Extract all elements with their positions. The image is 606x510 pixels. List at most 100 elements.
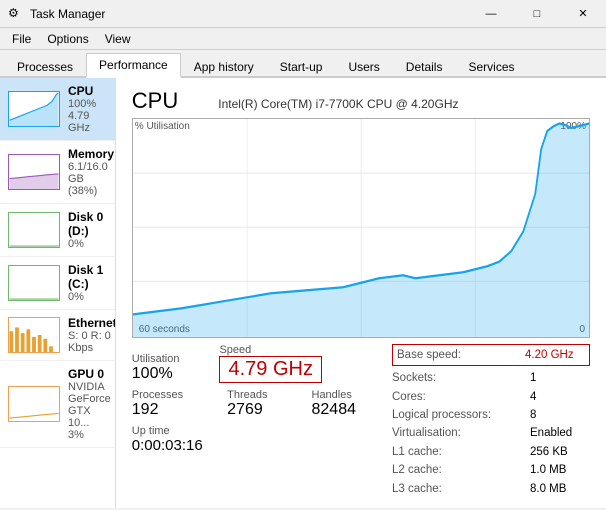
sidebar: CPU 100% 4.79 GHz Memory 6.1/16.0 GB (38… xyxy=(0,78,116,508)
info-row-cores: Cores: 4 xyxy=(392,388,590,406)
speed-block: Speed 4.79 GHz xyxy=(219,344,321,383)
disk0-mini-graph xyxy=(8,212,60,248)
cpu-model: Intel(R) Core(TM) i7-7700K CPU @ 4.20GHz xyxy=(218,97,458,111)
info-row-l2: L2 cache: 1.0 MB xyxy=(392,461,590,479)
processes-value: 192 xyxy=(132,401,183,419)
main-content: CPU 100% 4.79 GHz Memory 6.1/16.0 GB (38… xyxy=(0,78,606,508)
info-row-basespeed: Base speed: 4.20 GHz xyxy=(392,344,590,366)
info-key-basespeed: Base speed: xyxy=(397,346,517,364)
info-key-cores: Cores: xyxy=(392,388,512,406)
app-icon: ⚙ xyxy=(8,6,24,22)
gpu0-label-sub2: 3% xyxy=(68,429,111,441)
info-val-virt: Enabled xyxy=(530,424,590,442)
memory-label-title: Memory xyxy=(68,147,114,161)
cpu-label-sub: 100% 4.79 GHz xyxy=(68,98,107,134)
processes-block: Processes 192 xyxy=(132,389,183,419)
info-val-cores: 4 xyxy=(530,388,590,406)
sidebar-item-disk0[interactable]: Disk 0 (D:) 0% xyxy=(0,204,115,257)
ethernet-label-sub: S: 0 R: 0 Kbps xyxy=(68,330,116,354)
info-table: Base speed: 4.20 GHz Sockets: 1 Cores: 4… xyxy=(392,344,590,498)
tab-processes[interactable]: Processes xyxy=(4,55,86,78)
info-key-virt: Virtualisation: xyxy=(392,424,512,442)
window-title: Task Manager xyxy=(30,7,105,21)
info-key-sockets: Sockets: xyxy=(392,369,512,387)
tab-app-history[interactable]: App history xyxy=(181,55,267,78)
speed-value: 4.79 GHz xyxy=(219,356,321,383)
gpu-mini-graph xyxy=(8,386,60,422)
info-row-virt: Virtualisation: Enabled xyxy=(392,424,590,442)
tab-users[interactable]: Users xyxy=(335,55,392,78)
cpu-sidebar-label: CPU 100% 4.79 GHz xyxy=(68,84,107,134)
window-controls: — □ ✕ xyxy=(468,0,606,28)
disk0-label-sub: 0% xyxy=(68,238,107,250)
info-row-l1: L1 cache: 256 KB xyxy=(392,443,590,461)
cpu-label-title: CPU xyxy=(68,84,107,98)
handles-label: Handles xyxy=(312,389,357,401)
disk1-label-sub: 0% xyxy=(68,291,107,303)
info-row-logical: Logical processors: 8 xyxy=(392,406,590,424)
uptime-label: Up time xyxy=(132,425,384,437)
tab-startup[interactable]: Start-up xyxy=(267,55,336,78)
title-bar: ⚙ Task Manager — □ ✕ xyxy=(0,0,606,28)
info-val-basespeed: 4.20 GHz xyxy=(525,346,585,364)
uptime-value: 0:00:03:16 xyxy=(132,437,384,454)
cpu-chart: % Utilisation 100% 60 seconds 0 xyxy=(132,118,590,338)
menu-file[interactable]: File xyxy=(4,30,39,48)
menu-options[interactable]: Options xyxy=(39,30,96,48)
sidebar-item-gpu0[interactable]: GPU 0 NVIDIA GeForce GTX 10... 3% xyxy=(0,361,115,448)
info-key-l1: L1 cache: xyxy=(392,443,512,461)
threads-label: Threads xyxy=(227,389,267,401)
gpu0-sidebar-label: GPU 0 NVIDIA GeForce GTX 10... 3% xyxy=(68,367,111,441)
cpu-mini-graph xyxy=(8,91,60,127)
info-val-l1: 256 KB xyxy=(530,443,590,461)
sidebar-item-ethernet[interactable]: Ethernet S: 0 R: 0 Kbps xyxy=(0,310,115,361)
minimize-button[interactable]: — xyxy=(468,0,514,28)
threads-value: 2769 xyxy=(227,401,267,419)
info-row-l3: L3 cache: 8.0 MB xyxy=(392,480,590,498)
speed-label: Speed xyxy=(219,344,321,356)
tab-bar: Processes Performance App history Start-… xyxy=(0,50,606,78)
stats-row2: Processes 192 Threads 2769 Handles 82484 xyxy=(132,389,384,419)
info-row-sockets: Sockets: 1 xyxy=(392,369,590,387)
maximize-button[interactable]: □ xyxy=(514,0,560,28)
uptime-block: Up time 0:00:03:16 xyxy=(132,425,384,454)
menu-view[interactable]: View xyxy=(97,30,139,48)
memory-label-sub: 6.1/16.0 GB (38%) xyxy=(68,161,114,197)
gpu0-label-title: GPU 0 xyxy=(68,367,111,381)
info-key-logical: Logical processors: xyxy=(392,406,512,424)
info-val-sockets: 1 xyxy=(530,369,590,387)
disk1-label-title: Disk 1 (C:) xyxy=(68,263,107,291)
disk1-sidebar-label: Disk 1 (C:) 0% xyxy=(68,263,107,303)
close-button[interactable]: ✕ xyxy=(560,0,606,28)
disk1-mini-graph xyxy=(8,265,60,301)
ethernet-label-title: Ethernet xyxy=(68,316,116,330)
disk0-label-title: Disk 0 (D:) xyxy=(68,210,107,238)
cpu-title: CPU xyxy=(132,88,178,114)
menu-bar: File Options View xyxy=(0,28,606,50)
memory-mini-graph xyxy=(8,154,60,190)
stats-row1: Utilisation 100% Speed 4.79 GHz xyxy=(132,344,384,383)
tab-details[interactable]: Details xyxy=(393,55,456,78)
sidebar-item-disk1[interactable]: Disk 1 (C:) 0% xyxy=(0,257,115,310)
ethernet-mini-graph xyxy=(8,317,60,353)
cpu-header: CPU Intel(R) Core(TM) i7-7700K CPU @ 4.2… xyxy=(132,88,590,114)
disk0-sidebar-label: Disk 0 (D:) 0% xyxy=(68,210,107,250)
gpu0-label-sub: NVIDIA GeForce GTX 10... xyxy=(68,381,111,429)
info-key-l2: L2 cache: xyxy=(392,461,512,479)
info-val-l3: 8.0 MB xyxy=(530,480,590,498)
handles-value: 82484 xyxy=(312,401,357,419)
tab-performance[interactable]: Performance xyxy=(86,53,181,78)
processes-label: Processes xyxy=(132,389,183,401)
utilisation-label: Utilisation xyxy=(132,353,180,365)
right-panel: CPU Intel(R) Core(TM) i7-7700K CPU @ 4.2… xyxy=(116,78,606,508)
info-val-logical: 8 xyxy=(530,406,590,424)
ethernet-sidebar-label: Ethernet S: 0 R: 0 Kbps xyxy=(68,316,116,354)
memory-sidebar-label: Memory 6.1/16.0 GB (38%) xyxy=(68,147,114,197)
utilisation-block: Utilisation 100% xyxy=(132,353,180,383)
handles-block: Handles 82484 xyxy=(312,389,357,419)
tab-services[interactable]: Services xyxy=(455,55,527,78)
sidebar-item-cpu[interactable]: CPU 100% 4.79 GHz xyxy=(0,78,115,141)
utilisation-value: 100% xyxy=(132,365,180,383)
sidebar-item-memory[interactable]: Memory 6.1/16.0 GB (38%) xyxy=(0,141,115,204)
left-stats-panel: Utilisation 100% Speed 4.79 GHz Processe… xyxy=(132,344,384,454)
